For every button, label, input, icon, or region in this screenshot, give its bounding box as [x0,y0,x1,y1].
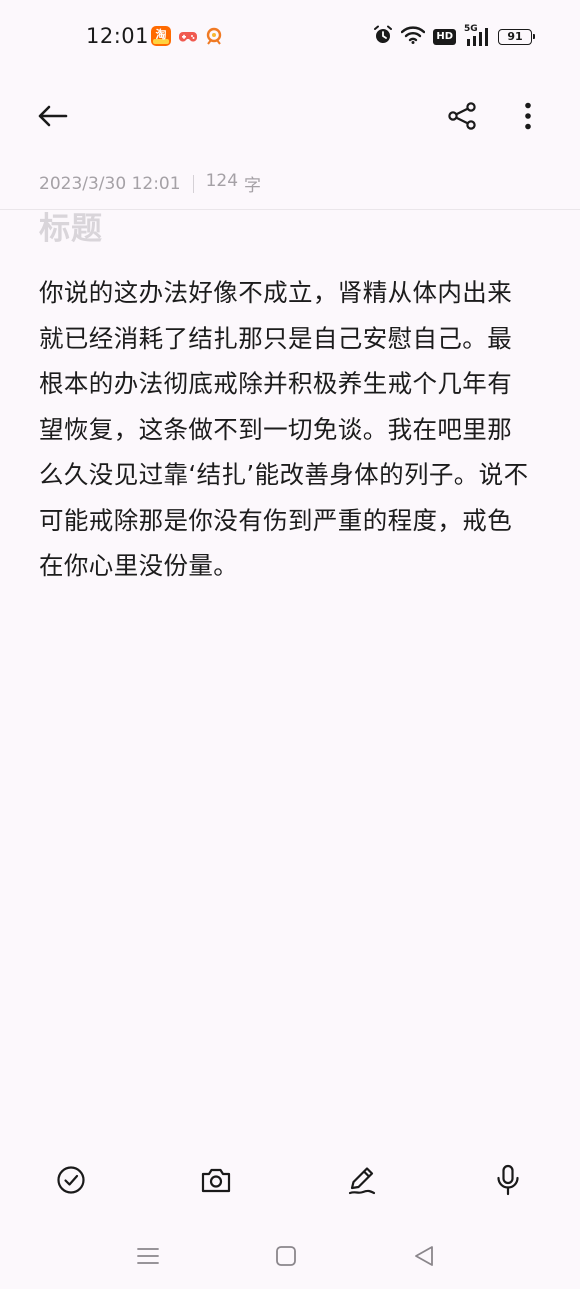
orange-app-icon [205,27,223,49]
system-navigation-bar [0,1222,580,1289]
editor-bottom-toolbar [0,1140,580,1220]
back-button[interactable] [32,96,72,136]
alarm-icon [373,25,393,49]
note-title-input[interactable]: 标题 [39,203,103,248]
status-bar: 12:01 淘 HD 5G 91 [0,0,580,74]
pen-icon [348,1167,376,1195]
home-icon [276,1246,296,1266]
signal-icon: 5G [464,24,490,48]
battery-icon: 91 [498,29,535,45]
share-button[interactable] [442,96,482,136]
back-nav-button[interactable] [404,1238,444,1274]
hd-icon: HD [433,29,456,45]
note-body-editor[interactable]: 你说的这办法好像不成立，肾精从体内出来就已经消耗了结扎那只是自己安慰自己。最根本… [39,270,535,589]
more-vertical-icon [525,102,531,130]
word-count-value: 124 [205,171,239,191]
battery-level: 91 [507,30,523,43]
checklist-icon [57,1166,85,1194]
arrow-left-icon [38,105,68,127]
system-icons: HD 5G 91 [373,24,535,49]
note-meta: 2023/3/30 12:01 124 字 [39,171,261,196]
meta-divider [192,174,194,193]
word-count: 124 字 [206,171,261,196]
camera-icon [201,1168,231,1193]
more-options-button[interactable] [508,96,548,136]
word-count-unit: 字 [244,176,262,196]
back-triangle-icon [415,1246,433,1266]
notification-icons: 淘 [151,26,223,50]
home-button[interactable] [266,1238,306,1274]
menu-icon [137,1248,159,1264]
status-time: 12:01 [86,24,150,48]
svg-text:淘: 淘 [156,27,167,41]
taobao-app-icon: 淘 [151,26,171,50]
microphone-icon [497,1164,519,1196]
note-date: 2023/3/30 12:01 [39,173,181,194]
voice-button[interactable] [486,1158,530,1202]
camera-button[interactable] [194,1158,238,1202]
wifi-icon [401,26,426,48]
share-icon [448,102,476,130]
draw-button[interactable] [340,1158,384,1202]
game-controller-icon [179,29,197,48]
note-toolbar [0,82,580,148]
checklist-button[interactable] [49,1158,93,1202]
recents-button[interactable] [128,1238,168,1274]
